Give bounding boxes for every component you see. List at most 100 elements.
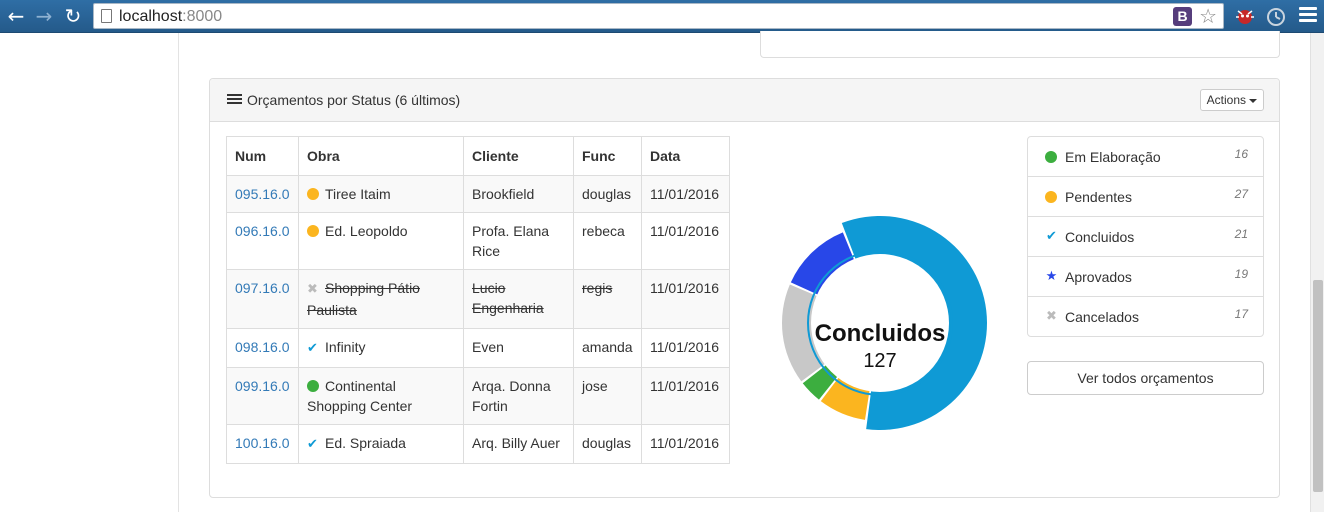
cell-obra: ✖ Shopping Pátio Paulista xyxy=(298,269,464,329)
donut-title: Concluidos xyxy=(814,320,946,347)
header-data[interactable]: Data xyxy=(641,136,730,176)
status-label: Aprovados xyxy=(1065,269,1132,285)
previous-panel xyxy=(760,31,1280,58)
cell-cliente: Arq. Billy Auer xyxy=(463,424,574,464)
ver-todos-button[interactable]: Ver todos orçamentos xyxy=(1027,361,1264,395)
table-row: 097.16.0 ✖ Shopping Pátio Paulista Lucio En… xyxy=(226,269,730,329)
caret-down-icon xyxy=(1249,98,1257,103)
cell-num: 099.16.0 xyxy=(226,367,299,425)
func-name: rebeca xyxy=(582,223,625,239)
cell-obra: Tiree Itaim xyxy=(298,175,464,213)
cell-func: rebeca xyxy=(573,212,642,270)
cell-cliente: Arqa. Donna Fortin xyxy=(463,367,574,425)
orcamentos-status-panel: Orçamentos por Status (6 últimos) Action… xyxy=(209,78,1280,498)
list-icon xyxy=(227,94,242,106)
bootstrap-extension-icon[interactable]: B xyxy=(1173,7,1192,26)
donut-value: 127 xyxy=(863,350,897,372)
cell-obra: ✔ Ed. Spraiada xyxy=(298,424,464,464)
orcamento-link[interactable]: 095.16.0 xyxy=(235,186,290,202)
cliente-name: Arqa. Donna Fortin xyxy=(472,378,551,414)
cross-icon: ✖ xyxy=(1046,309,1057,324)
donut-center-label: Concluidos 127 xyxy=(770,320,990,374)
extension-bug-icon[interactable] xyxy=(1234,5,1256,27)
status-count: 19 xyxy=(1234,267,1248,281)
status-label: Em Elaboração xyxy=(1065,149,1161,165)
cell-cliente: Even xyxy=(463,328,574,368)
cell-data: 11/01/2016 xyxy=(641,367,730,425)
status-count: 27 xyxy=(1234,187,1248,201)
obra-name: Shopping Pátio Paulista xyxy=(307,280,420,318)
forward-icon[interactable]: → xyxy=(32,4,56,28)
cliente-name: Brookfield xyxy=(472,186,535,202)
cell-data: 11/01/2016 xyxy=(641,212,730,270)
obra-name: Tiree Itaim xyxy=(325,186,391,202)
cell-data: 11/01/2016 xyxy=(641,175,730,213)
func-name: amanda xyxy=(582,339,633,355)
sidebar xyxy=(0,33,179,512)
cell-num: 098.16.0 xyxy=(226,328,299,368)
panel-title: Orçamentos por Status (6 últimos) xyxy=(247,92,461,108)
cell-data: 11/01/2016 xyxy=(641,328,730,368)
browser-toolbar: ← → ↻ localhost:8000 B ☆ xyxy=(0,0,1324,33)
scrollbar[interactable] xyxy=(1310,33,1324,512)
extension-timer-icon[interactable] xyxy=(1265,5,1287,27)
bookmark-star-icon[interactable]: ☆ xyxy=(1199,4,1217,28)
status-label: Cancelados xyxy=(1065,309,1139,325)
header-obra[interactable]: Obra xyxy=(298,136,464,176)
yellow-dot-icon xyxy=(307,188,319,200)
menu-icon[interactable] xyxy=(1299,7,1317,25)
cell-obra: ✔ Infinity xyxy=(298,328,464,368)
yellow-dot-icon xyxy=(307,225,319,237)
yellow-dot-icon xyxy=(1045,191,1057,203)
orcamento-link[interactable]: 099.16.0 xyxy=(235,378,290,394)
cliente-name: Even xyxy=(472,339,504,355)
cliente-name: Lucio Engenharia xyxy=(472,280,544,316)
check-icon: ✔ xyxy=(1046,229,1057,244)
page-icon xyxy=(101,9,112,23)
status-label: Concluidos xyxy=(1065,229,1135,245)
status-item-elaboracao[interactable]: Em Elaboração 16 xyxy=(1027,136,1264,177)
orcamento-link[interactable]: 100.16.0 xyxy=(235,435,290,451)
cell-data: 11/01/2016 xyxy=(641,424,730,464)
func-name: douglas xyxy=(582,186,632,202)
header-cliente[interactable]: Cliente xyxy=(463,136,574,176)
obra-name: Continental Shopping Center xyxy=(307,378,413,414)
status-item-aprovado[interactable]: ★ Aprovados 19 xyxy=(1027,256,1264,297)
header-func[interactable]: Func xyxy=(573,136,642,176)
cell-data: 11/01/2016 xyxy=(641,269,730,329)
check-icon: ✔ xyxy=(307,437,318,452)
cross-icon: ✖ xyxy=(307,282,318,297)
cell-func: regis xyxy=(573,269,642,329)
table-row: 098.16.0 ✔ Infinity Even amanda 11/01/2016 xyxy=(226,328,730,368)
obra-name: Infinity xyxy=(325,339,366,355)
cliente-name: Arq. Billy Auer xyxy=(472,435,560,451)
panel-heading: Orçamentos por Status (6 últimos) Action… xyxy=(210,79,1279,122)
status-item-cancelado[interactable]: ✖ Cancelados 17 xyxy=(1027,296,1264,337)
status-count: 16 xyxy=(1234,147,1248,161)
status-count: 21 xyxy=(1234,227,1248,241)
func-name: jose xyxy=(582,378,608,394)
scrollbar-thumb[interactable] xyxy=(1313,280,1323,492)
orcamento-link[interactable]: 096.16.0 xyxy=(235,223,290,239)
star-icon: ★ xyxy=(1045,269,1058,284)
reload-icon[interactable]: ↻ xyxy=(61,4,85,28)
actions-button[interactable]: Actions xyxy=(1199,89,1264,111)
back-icon[interactable]: ← xyxy=(4,4,28,28)
cell-cliente: Profa. Elana Rice xyxy=(463,212,574,270)
url-text[interactable]: localhost:8000 xyxy=(119,8,222,26)
table-row: 099.16.0 Continental Shopping Center Arqa.… xyxy=(226,367,730,425)
cell-cliente: Brookfield xyxy=(463,175,574,213)
cell-obra: Ed. Leopoldo xyxy=(298,212,464,270)
table-row: 096.16.0 Ed. Leopoldo Profa. Elana Rice reb… xyxy=(226,212,730,270)
status-item-pendente[interactable]: Pendentes 27 xyxy=(1027,176,1264,217)
address-bar[interactable]: localhost:8000 B ☆ xyxy=(93,3,1224,29)
cell-num: 095.16.0 xyxy=(226,175,299,213)
table-row: 095.16.0 Tiree Itaim Brookfield douglas 11/0… xyxy=(226,175,730,213)
orcamento-link[interactable]: 098.16.0 xyxy=(235,339,290,355)
header-num[interactable]: Num xyxy=(226,136,299,176)
cell-func: douglas xyxy=(573,175,642,213)
orcamento-link[interactable]: 097.16.0 xyxy=(235,280,290,296)
cell-func: jose xyxy=(573,367,642,425)
obra-name: Ed. Leopoldo xyxy=(325,223,408,239)
status-item-concluido[interactable]: ✔ Concluidos 21 xyxy=(1027,216,1264,257)
